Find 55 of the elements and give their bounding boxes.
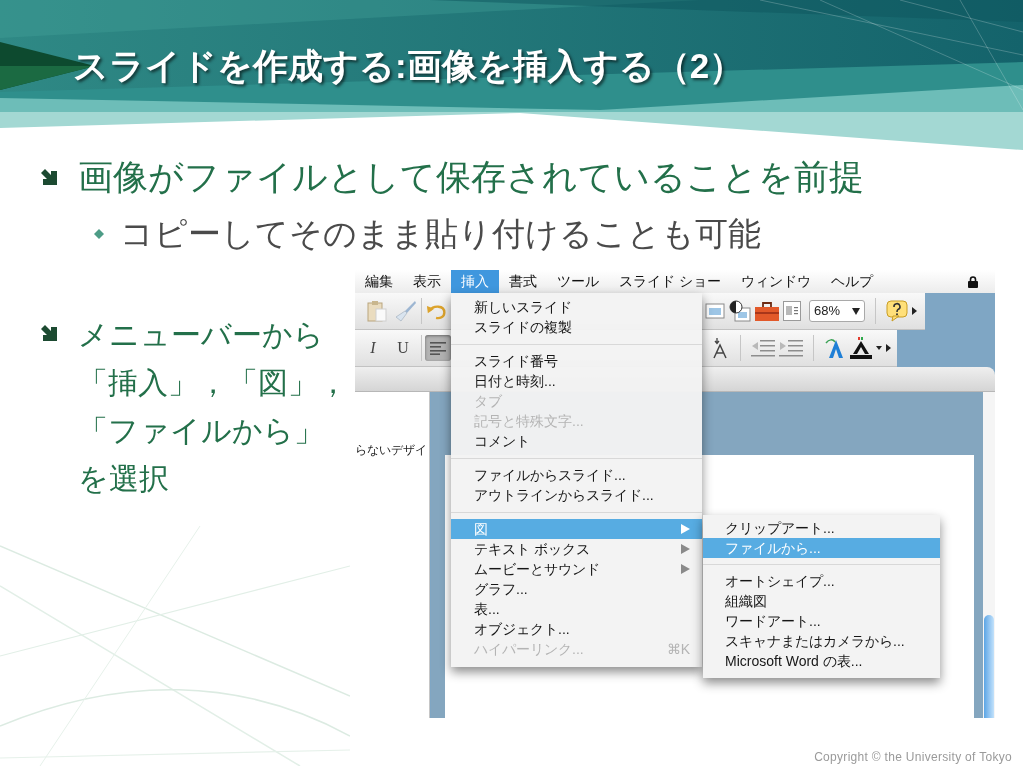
arrow-bullet-icon	[40, 168, 58, 186]
menu-bar-item[interactable]: 書式	[499, 270, 547, 293]
font-color-icon[interactable]	[850, 337, 872, 359]
menu-item[interactable]: クリップアート...	[703, 518, 940, 538]
menu-item[interactable]: オートシェイプ...	[703, 571, 940, 591]
align-left-icon	[430, 341, 446, 355]
menu-item[interactable]: オブジェクト...	[451, 619, 702, 639]
lock-icon[interactable]	[968, 275, 978, 288]
arrow-bullet-icon	[40, 324, 58, 342]
menu-bar-item[interactable]: 表示	[403, 270, 451, 293]
menu-item[interactable]: ファイルからスライド...	[451, 465, 702, 485]
menu-item[interactable]: ワードアート...	[703, 611, 940, 631]
increase-indent-icon[interactable]	[779, 339, 803, 357]
menu-item[interactable]: 表...	[451, 599, 702, 619]
slide-title: スライドを作成する:画像を挿入する（2）	[73, 45, 745, 87]
help-icon[interactable]	[886, 300, 908, 322]
menu-item[interactable]: 日付と時刻...	[451, 371, 702, 391]
decrease-indent-icon[interactable]	[751, 339, 775, 357]
contrast-slide-icon[interactable]	[729, 300, 751, 322]
dropdown-arrow-icon	[852, 307, 860, 315]
menu-item[interactable]: グラフ...	[451, 579, 702, 599]
bullet-text: 画像がファイルとして保存されていることを前提	[78, 156, 864, 198]
zoom-field[interactable]: 68%	[809, 300, 865, 322]
slide-thumbnail-text: らないデザイ	[355, 443, 427, 457]
copyright-text: Copyright © the University of Tokyo	[814, 749, 1012, 765]
sub-bullet-text: コピーしてそのまま貼り付けることも可能	[120, 214, 761, 254]
shortcut-label: ⌘K	[666, 640, 690, 659]
menu-item[interactable]: 組織図	[703, 591, 940, 611]
menu-item[interactable]: アウトラインからスライド...	[451, 485, 702, 505]
menu-bar-item[interactable]: 編集	[355, 270, 403, 293]
more-arrow-icon[interactable]	[912, 307, 917, 315]
dropdown-arrow-icon[interactable]	[876, 346, 882, 350]
wordart-icon[interactable]	[824, 337, 846, 359]
menu-bar-item[interactable]: ヘルプ	[820, 270, 883, 293]
menu-item[interactable]: スライドの複製	[451, 317, 702, 337]
menu-item[interactable]: スキャナまたはカメラから...	[703, 631, 940, 651]
diamond-bullet-icon	[94, 229, 104, 239]
toolbox-icon[interactable]	[755, 301, 779, 321]
font-size-icon[interactable]	[710, 337, 730, 359]
bullet-text: メニューバーから「挿入」，「図」，「ファイルから」を選択	[78, 317, 349, 497]
menu-bar-item[interactable]: ツール	[547, 270, 609, 293]
menu-item[interactable]: スライド番号	[451, 351, 702, 371]
scrollbar-thumb[interactable]	[984, 615, 994, 718]
italic-button[interactable]: I	[361, 336, 385, 360]
underline-button[interactable]: U	[391, 336, 415, 360]
more-arrow-icon[interactable]	[886, 344, 891, 352]
menu-item[interactable]: Microsoft Word の表...	[703, 651, 940, 671]
align-left-button[interactable]	[425, 335, 451, 361]
menu-item[interactable]: コメント	[451, 431, 702, 451]
menu-item[interactable]: ムービーとサウンド	[451, 559, 702, 579]
menu-item[interactable]: 新しいスライド	[451, 297, 702, 317]
menu-bar-item[interactable]: ウィンドウ	[730, 270, 821, 293]
text-box-icon[interactable]	[783, 301, 801, 321]
menu-item[interactable]: テキスト ボックス	[451, 539, 702, 559]
menu-bar-item[interactable]: スライド ショー	[609, 270, 731, 293]
